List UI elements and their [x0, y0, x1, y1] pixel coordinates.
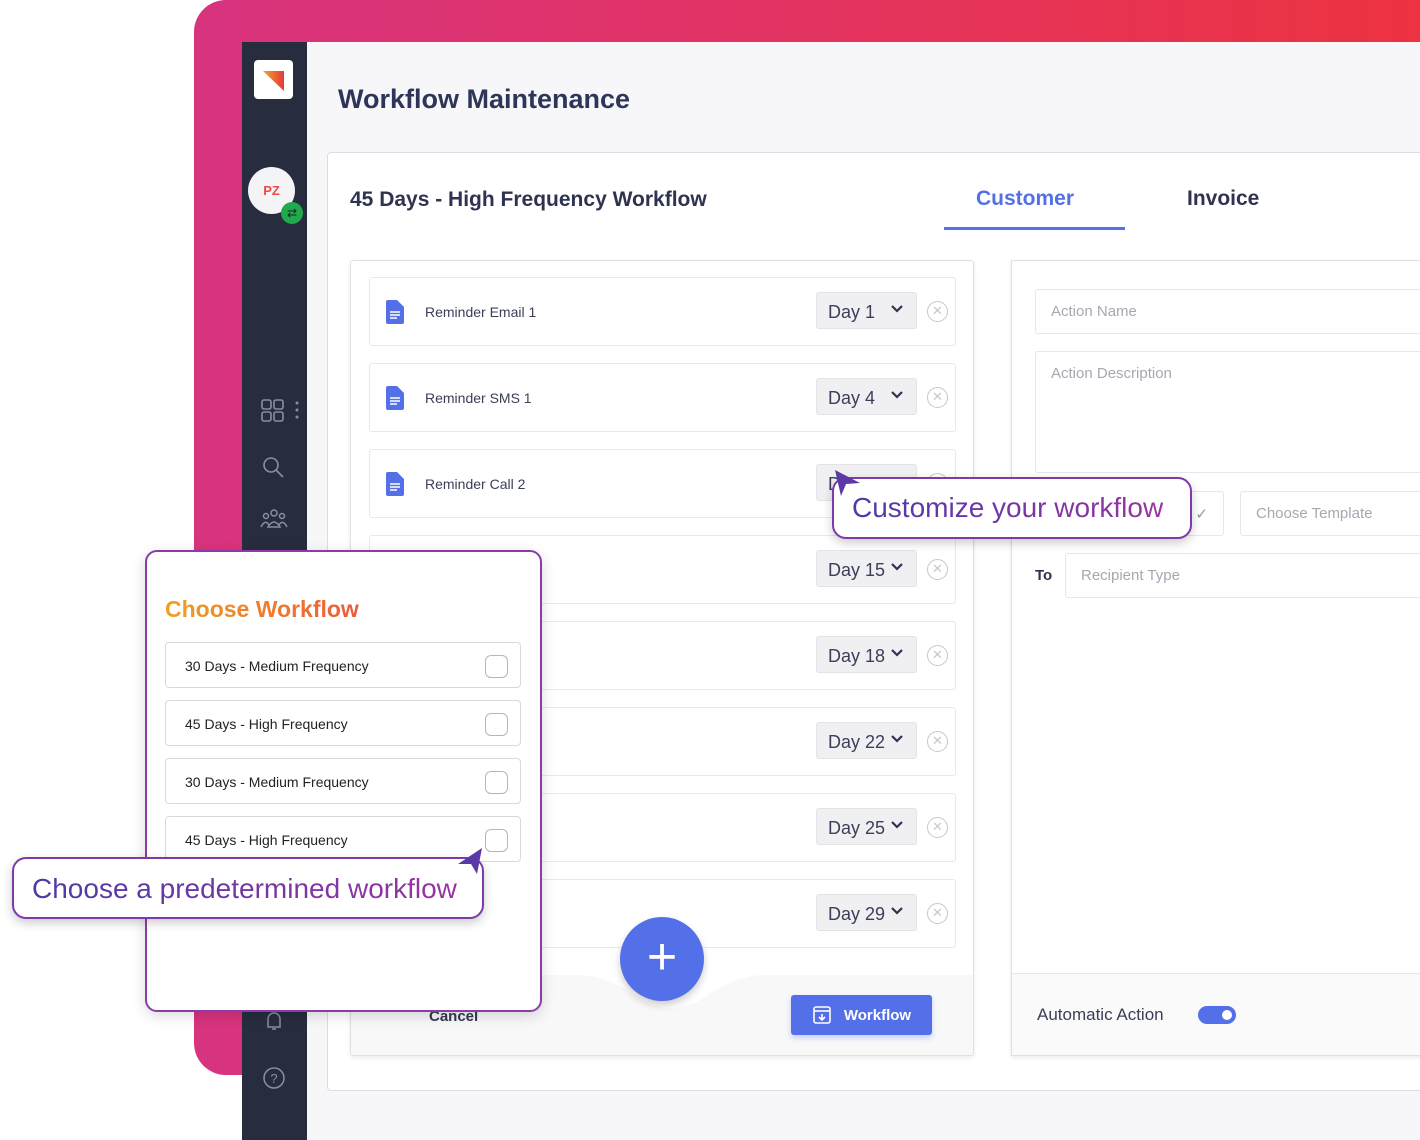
users-icon[interactable] — [260, 507, 288, 535]
tab-customer[interactable]: Customer — [976, 187, 1074, 211]
action-name: Reminder Email 1 — [425, 304, 537, 320]
workflow-option[interactable]: 30 Days - Medium Frequency — [165, 642, 521, 688]
cursor-arrow-icon — [458, 848, 482, 874]
option-checkbox[interactable] — [485, 771, 508, 794]
remove-action-icon[interactable]: ✕ — [927, 559, 948, 580]
day-select[interactable]: Day 18 — [816, 636, 917, 673]
day-value: Day 15 — [828, 560, 886, 580]
document-icon — [386, 386, 404, 410]
workflow-title: 45 Days - High Frequency Workflow — [350, 188, 707, 211]
save-workflow-button[interactable]: Workflow — [791, 995, 932, 1035]
day-select[interactable]: Day 22 — [816, 722, 917, 759]
action-description-input[interactable]: Action Description — [1035, 351, 1420, 473]
tab-invoice[interactable]: Invoice — [1187, 187, 1259, 211]
app-logo — [254, 60, 293, 99]
svg-text:?: ? — [270, 1071, 277, 1086]
action-name: Reminder SMS 1 — [425, 390, 532, 406]
document-icon — [386, 300, 404, 324]
archive-icon — [813, 1006, 831, 1024]
action-name-input[interactable]: Action Name — [1035, 289, 1420, 334]
help-icon[interactable]: ? — [260, 1064, 288, 1092]
choose-workflow-popup: Choose Workflow 30 Days - Medium Frequen… — [145, 550, 542, 1012]
day-select[interactable]: Day 1 — [816, 292, 917, 329]
action-row[interactable]: Reminder Email 1 Day 1 ✕ — [369, 277, 956, 346]
remove-action-icon[interactable]: ✕ — [927, 301, 948, 322]
option-label: 45 Days - High Frequency — [185, 716, 348, 732]
customize-callout-text: Customize your workflow — [852, 492, 1164, 523]
add-action-button[interactable]: + — [620, 917, 704, 1001]
option-label: 30 Days - Medium Frequency — [185, 658, 369, 674]
remove-action-icon[interactable]: ✕ — [927, 645, 948, 666]
workflow-option[interactable]: 45 Days - High Frequency — [165, 700, 521, 746]
day-value: Day 4 — [828, 388, 876, 408]
chevron-down-icon — [891, 907, 903, 915]
day-value: Day 22 — [828, 732, 886, 752]
chevron-down-icon — [891, 649, 903, 657]
day-value: Day 1 — [828, 302, 876, 322]
option-checkbox[interactable] — [485, 713, 508, 736]
chevron-down-icon — [891, 821, 903, 829]
choose-workflow-title: Choose Workflow — [165, 596, 359, 622]
chevron-down-icon — [891, 563, 903, 571]
predetermined-callout-text: Choose a predetermined workflow — [32, 873, 457, 904]
day-value: Day 25 — [828, 818, 886, 838]
chevron-down-icon — [891, 735, 903, 743]
customize-callout: Customize your workflow — [832, 477, 1192, 539]
day-value: Day 29 — [828, 904, 886, 924]
remove-action-icon[interactable]: ✕ — [927, 731, 948, 752]
recipient-type-select[interactable]: Recipient Type — [1065, 553, 1420, 598]
option-checkbox[interactable] — [485, 655, 508, 678]
chevron-down-icon — [891, 391, 903, 399]
day-select[interactable]: Day 25 — [816, 808, 917, 845]
workflow-option[interactable]: 30 Days - Medium Frequency — [165, 758, 521, 804]
cursor-arrow-icon — [835, 470, 860, 496]
remove-action-icon[interactable]: ✕ — [927, 387, 948, 408]
predetermined-callout: Choose a predetermined workflow — [12, 857, 484, 919]
document-icon — [386, 472, 404, 496]
option-label: 30 Days - Medium Frequency — [185, 774, 369, 790]
chevron-down-icon — [891, 305, 903, 313]
active-tab-indicator — [944, 227, 1125, 230]
automatic-action-toggle[interactable] — [1198, 1006, 1236, 1024]
automatic-action-label: Automatic Action — [1037, 1005, 1164, 1024]
remove-action-icon[interactable]: ✕ — [927, 903, 948, 924]
day-value: Day 18 — [828, 646, 886, 666]
apps-grid-icon[interactable] — [260, 398, 299, 426]
switch-icon[interactable]: ⇄ — [281, 202, 303, 224]
option-label: 45 Days - High Frequency — [185, 832, 348, 848]
to-label: To — [1035, 567, 1053, 584]
details-footer: Automatic Action — [1012, 973, 1420, 1055]
search-icon[interactable] — [260, 454, 288, 482]
remove-action-icon[interactable]: ✕ — [927, 817, 948, 838]
day-select[interactable]: Day 29 — [816, 894, 917, 931]
action-name: Reminder Call 2 — [425, 476, 526, 492]
page-title: Workflow Maintenance — [338, 84, 631, 114]
action-row[interactable]: Reminder SMS 1 Day 4 ✕ — [369, 363, 956, 432]
option-checkbox[interactable] — [485, 829, 508, 852]
day-select[interactable]: Day 15 — [816, 550, 917, 587]
action-details-panel: Action Name Action Description ✓ Choose … — [1011, 260, 1420, 1056]
template-select[interactable]: Choose Template — [1240, 491, 1420, 536]
day-select[interactable]: Day 4 — [816, 378, 917, 415]
workflow-button-label: Workflow — [843, 1006, 912, 1024]
